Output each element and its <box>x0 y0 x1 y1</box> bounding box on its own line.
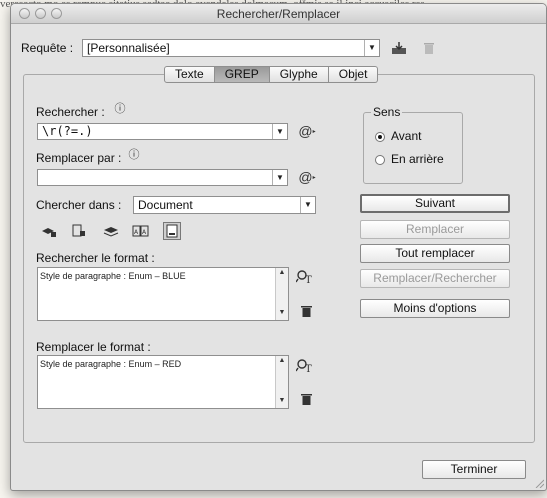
replace-button[interactable]: Remplacer <box>360 220 510 239</box>
search-label: Rechercher : <box>36 105 105 119</box>
find-format-label: Rechercher le format : <box>36 251 155 265</box>
scroll-up-icon[interactable]: ▲ <box>276 269 288 279</box>
find-format-scrollbar[interactable]: ▲ ▼ <box>275 268 288 320</box>
replace-format-label: Remplacer le format : <box>36 340 151 354</box>
replace-format-box[interactable]: Style de paragraphe : Enum – RED ▲ ▼ <box>37 355 289 409</box>
tab-objet[interactable]: Objet <box>328 66 379 83</box>
info-icon[interactable]: ⓘ <box>127 147 141 161</box>
resize-grip-icon[interactable] <box>534 478 544 488</box>
find-format-value: Style de paragraphe : Enum – BLUE <box>40 271 186 281</box>
search-input[interactable]: \r(?=.) ▼ <box>37 123 288 140</box>
replace-input[interactable]: ▼ <box>37 169 288 186</box>
save-query-icon[interactable] <box>390 39 408 57</box>
chevron-down-icon: ▼ <box>300 197 315 213</box>
trash-icon[interactable] <box>299 304 313 318</box>
direction-title: Sens <box>371 105 403 119</box>
replace-label: Remplacer par : <box>36 151 122 165</box>
svg-text:T: T <box>305 364 312 374</box>
search-in-select[interactable]: Document ▼ <box>133 196 316 214</box>
window-title: Rechercher/Remplacer <box>216 7 341 21</box>
locked-layers-icon[interactable] <box>40 222 58 240</box>
replace-find-button[interactable]: Remplacer/Rechercher <box>360 269 510 288</box>
done-button[interactable]: Terminer <box>422 460 526 479</box>
format-magnifier-icon[interactable]: T <box>295 268 315 286</box>
scroll-down-icon[interactable]: ▼ <box>276 309 288 319</box>
scroll-down-icon[interactable]: ▼ <box>276 397 288 407</box>
hidden-layers-icon[interactable] <box>102 222 120 240</box>
info-icon[interactable]: ⓘ <box>113 101 127 115</box>
tab-texte[interactable]: Texte <box>164 66 215 83</box>
chevron-down-icon: ▼ <box>272 170 287 185</box>
format-magnifier-icon[interactable]: T <box>295 357 315 375</box>
find-replace-dialog: Rechercher/Remplacer Requête : [Personna… <box>10 3 547 491</box>
locked-stories-icon[interactable] <box>70 222 88 240</box>
at-sign-icon[interactable]: @ ▸ <box>297 122 317 140</box>
radio-forward-label[interactable]: Avant <box>391 129 421 143</box>
search-in-label: Chercher dans : <box>36 198 122 212</box>
replace-all-button[interactable]: Tout remplacer <box>360 244 510 263</box>
radio-backward-label[interactable]: En arrière <box>391 152 444 166</box>
footnotes-icon[interactable] <box>163 222 181 240</box>
tab-glyphe[interactable]: Glyphe <box>269 66 329 83</box>
replace-format-scrollbar[interactable]: ▲ ▼ <box>275 356 288 408</box>
trash-icon[interactable] <box>421 39 437 57</box>
replace-format-value: Style de paragraphe : Enum – RED <box>40 359 182 369</box>
fewer-options-button[interactable]: Moins d'options <box>360 299 510 318</box>
svg-text:A: A <box>142 229 147 236</box>
query-select[interactable]: [Personnalisée] ▼ <box>82 39 380 57</box>
query-label: Requête : <box>21 41 74 55</box>
scroll-up-icon[interactable]: ▲ <box>276 357 288 367</box>
radio-forward[interactable] <box>375 132 385 142</box>
trash-icon[interactable] <box>299 392 313 406</box>
search-in-value: Document <box>138 198 193 212</box>
next-button[interactable]: Suivant <box>360 194 510 213</box>
direction-group <box>363 112 463 184</box>
chevron-down-icon: ▼ <box>272 124 287 139</box>
svg-text:T: T <box>305 275 312 285</box>
tab-grep[interactable]: GREP <box>214 66 270 83</box>
search-value: \r(?=.) <box>42 124 93 138</box>
find-format-box[interactable]: Style de paragraphe : Enum – BLUE ▲ ▼ <box>37 267 289 321</box>
chevron-down-icon: ▼ <box>364 40 379 56</box>
svg-text:A: A <box>134 229 139 236</box>
master-pages-icon[interactable]: AA <box>132 222 150 240</box>
tab-bar: Texte GREP Glyphe Objet <box>164 66 379 83</box>
title-bar[interactable]: Rechercher/Remplacer <box>11 4 546 24</box>
query-value: [Personnalisée] <box>87 41 170 55</box>
at-sign-icon[interactable]: @ ▸ <box>297 168 317 186</box>
radio-backward[interactable] <box>375 155 385 165</box>
